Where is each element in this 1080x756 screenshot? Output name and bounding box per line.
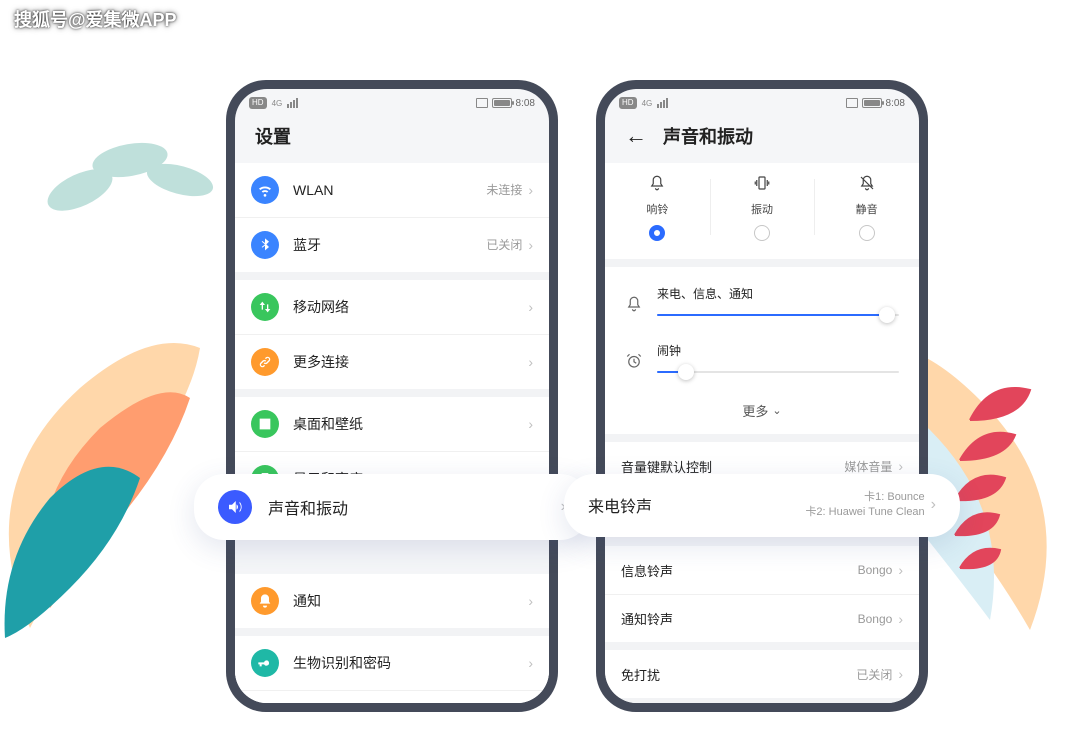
row-apps[interactable]: 应用 › (235, 690, 549, 703)
row-label: 通知铃声 (621, 609, 858, 628)
row-notifications[interactable]: 通知 › (235, 574, 549, 628)
bell-icon (251, 587, 279, 615)
wifi-icon (251, 176, 279, 204)
chevron-right-icon: › (931, 496, 936, 514)
updown-icon (251, 293, 279, 321)
volume-calls: 来电、信息、通知 (625, 275, 899, 332)
row-notification-ringtone[interactable]: 通知铃声 Bongo › (605, 594, 919, 642)
sound-mode-segment: 响铃 振动 静音 (605, 163, 919, 259)
row-label: 更多连接 (293, 352, 528, 372)
sound-popout[interactable]: 声音和振动 › (194, 474, 590, 540)
chevron-right-icon: › (528, 182, 533, 198)
chevron-down-icon: ⌄ (772, 404, 781, 417)
battery-icon (862, 98, 882, 108)
segment-ring[interactable]: 响铃 (605, 173, 710, 241)
popout-label: 声音和振动 (268, 495, 561, 519)
sound-icon (218, 490, 252, 524)
hd-badge: HD (249, 97, 267, 109)
row-bluetooth[interactable]: 蓝牙 已关闭 › (235, 217, 549, 272)
row-label: 通知 (293, 591, 528, 611)
chevron-right-icon: › (898, 562, 903, 578)
chevron-right-icon: › (528, 655, 533, 671)
vibrate-icon (476, 98, 488, 108)
row-label: 桌面和壁纸 (293, 414, 528, 434)
chevron-right-icon: › (898, 611, 903, 627)
row-label: 信息铃声 (621, 561, 858, 580)
watermark-text: 搜狐号@爱集微APP (14, 6, 177, 32)
radio-unselected[interactable] (754, 225, 770, 241)
chevron-right-icon: › (528, 354, 533, 370)
phone-settings: HD 4G 8:08 设置 WLAN 未连接 › 蓝牙 已关 (226, 80, 558, 712)
row-label: 移动网络 (293, 297, 528, 317)
chevron-right-icon: › (528, 299, 533, 315)
row-dnd[interactable]: 免打扰 已关闭 › (605, 650, 919, 698)
vibrate-icon (752, 173, 772, 193)
row-label: 生物识别和密码 (293, 653, 528, 673)
popout-label: 来电铃声 (588, 493, 805, 517)
page-title: 声音和振动 (663, 123, 753, 149)
row-label: WLAN (293, 182, 486, 198)
header: ← 声音和振动 (605, 113, 919, 163)
image-icon (251, 410, 279, 438)
more-label: 更多 (742, 401, 768, 420)
row-value: 媒体音量 (844, 458, 892, 475)
ringtone-popout[interactable]: 来电铃声 卡1: Bounce卡2: Huawei Tune Clean › (564, 474, 960, 537)
row-value: Bongo (858, 612, 893, 626)
row-value: Bongo (858, 563, 893, 577)
row-label: 音量键默认控制 (621, 457, 844, 476)
volume-slider-alarm[interactable] (657, 365, 899, 379)
row-mobile-network[interactable]: 移动网络 › (235, 280, 549, 334)
row-value: 已关闭 (856, 666, 892, 683)
hd-badge: HD (619, 97, 637, 109)
chevron-right-icon: › (898, 458, 903, 474)
link-icon (251, 348, 279, 376)
bell-off-icon (857, 173, 877, 193)
volume-slider-calls[interactable] (657, 308, 899, 322)
chevron-right-icon: › (898, 666, 903, 682)
row-label: 免打扰 (621, 665, 856, 684)
row-message-ringtone[interactable]: 信息铃声 Bongo › (605, 546, 919, 594)
popout-value: 卡1: Bounce卡2: Huawei Tune Clean (805, 490, 924, 521)
clock-icon (625, 352, 643, 370)
back-button[interactable]: ← (625, 123, 647, 149)
status-bar: HD 4G 8:08 (605, 89, 919, 113)
segment-label: 振动 (751, 201, 773, 217)
bluetooth-icon (251, 231, 279, 259)
bell-icon (625, 295, 643, 313)
segment-silent[interactable]: 静音 (814, 173, 919, 241)
chevron-right-icon: › (528, 416, 533, 432)
vibrate-icon (846, 98, 858, 108)
network-icon: 4G (272, 99, 283, 108)
signal-icon (287, 98, 298, 108)
volume-alarm: 闹钟 (625, 332, 899, 389)
status-time: 8:08 (516, 98, 535, 109)
signal-icon (657, 98, 668, 108)
row-more-connections[interactable]: 更多连接 › (235, 334, 549, 389)
segment-label: 响铃 (646, 201, 668, 217)
more-button[interactable]: 更多 ⌄ (605, 393, 919, 434)
status-time: 8:08 (886, 98, 905, 109)
segment-label: 静音 (856, 201, 878, 217)
header: 设置 (235, 113, 549, 163)
chevron-right-icon: › (528, 593, 533, 609)
radio-selected[interactable] (649, 225, 665, 241)
row-biometrics[interactable]: 生物识别和密码 › (235, 636, 549, 690)
network-icon: 4G (642, 99, 653, 108)
row-value: 未连接 (486, 182, 522, 199)
row-value: 已关闭 (486, 237, 522, 254)
volume-label: 来电、信息、通知 (657, 285, 899, 302)
segment-vibrate[interactable]: 振动 (710, 173, 815, 241)
row-wlan[interactable]: WLAN 未连接 › (235, 163, 549, 217)
phone-sound: HD 4G 8:08 ← 声音和振动 响铃 振动 (596, 80, 928, 712)
radio-unselected[interactable] (859, 225, 875, 241)
row-label: 蓝牙 (293, 235, 486, 255)
row-home-wallpaper[interactable]: 桌面和壁纸 › (235, 397, 549, 451)
volume-label: 闹钟 (657, 342, 899, 359)
battery-icon (492, 98, 512, 108)
page-title: 设置 (255, 123, 291, 149)
key-icon (251, 649, 279, 677)
chevron-right-icon: › (528, 237, 533, 253)
status-bar: HD 4G 8:08 (235, 89, 549, 113)
bell-icon (647, 173, 667, 193)
